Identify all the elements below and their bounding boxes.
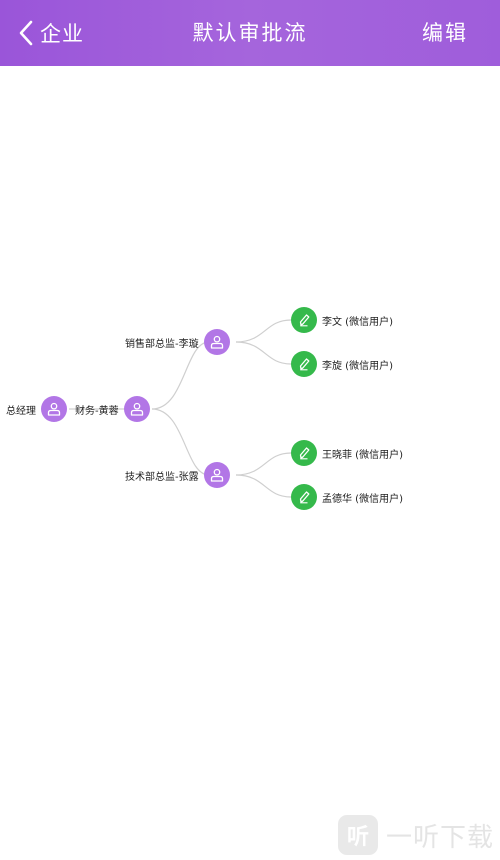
user-icon: [203, 462, 230, 488]
node-label: 总经理: [6, 405, 36, 417]
tree-node-sales-director[interactable]: 销售部总监-李璇: [125, 329, 230, 355]
tree-node-tech-child-1[interactable]: 王晓菲 (微信用户): [291, 440, 403, 466]
tree-links: [69, 319, 292, 498]
tree-node-tech-director[interactable]: 技术部总监-张露: [125, 462, 230, 488]
tree-node-tech-child-2[interactable]: 孟德华 (微信用户): [291, 484, 403, 510]
tree-node-sales-child-2[interactable]: 李旋 (微信用户): [291, 351, 393, 377]
node-label: 李旋 (微信用户): [322, 360, 393, 372]
pencil-icon: [291, 484, 317, 510]
watermark-logo-icon: 听: [338, 815, 378, 855]
link-sales-child2: [235, 341, 292, 365]
user-icon: [123, 396, 150, 422]
watermark-text: 一听下载: [386, 822, 495, 853]
approval-flow-screen: 企业 默认审批流 编辑 总经理 财务-黄蓉 销售部总监-李璇 技术部总监-张露 …: [0, 0, 500, 860]
pencil-icon: [291, 351, 317, 377]
tree-node-root[interactable]: 总经理: [6, 396, 67, 422]
link-tech-child1: [235, 452, 292, 476]
node-label: 技术部总监-张露: [125, 471, 199, 483]
node-label: 销售部总监-李璇: [125, 338, 199, 350]
user-icon: [203, 329, 230, 355]
node-label: 李文 (微信用户): [322, 316, 393, 328]
pencil-icon: [291, 307, 317, 333]
tree-node-finance[interactable]: 财务-黄蓉: [75, 396, 150, 422]
node-label: 财务-黄蓉: [75, 405, 119, 417]
node-label: 王晓菲 (微信用户): [322, 449, 403, 461]
node-label: 孟德华 (微信用户): [322, 493, 403, 505]
link-sales-child1: [235, 319, 292, 343]
pencil-icon: [291, 440, 317, 466]
watermark: 听 一听下载: [338, 812, 498, 858]
tree-node-sales-child-1[interactable]: 李文 (微信用户): [291, 307, 393, 333]
user-icon: [41, 396, 67, 422]
link-tech-child2: [235, 474, 292, 498]
